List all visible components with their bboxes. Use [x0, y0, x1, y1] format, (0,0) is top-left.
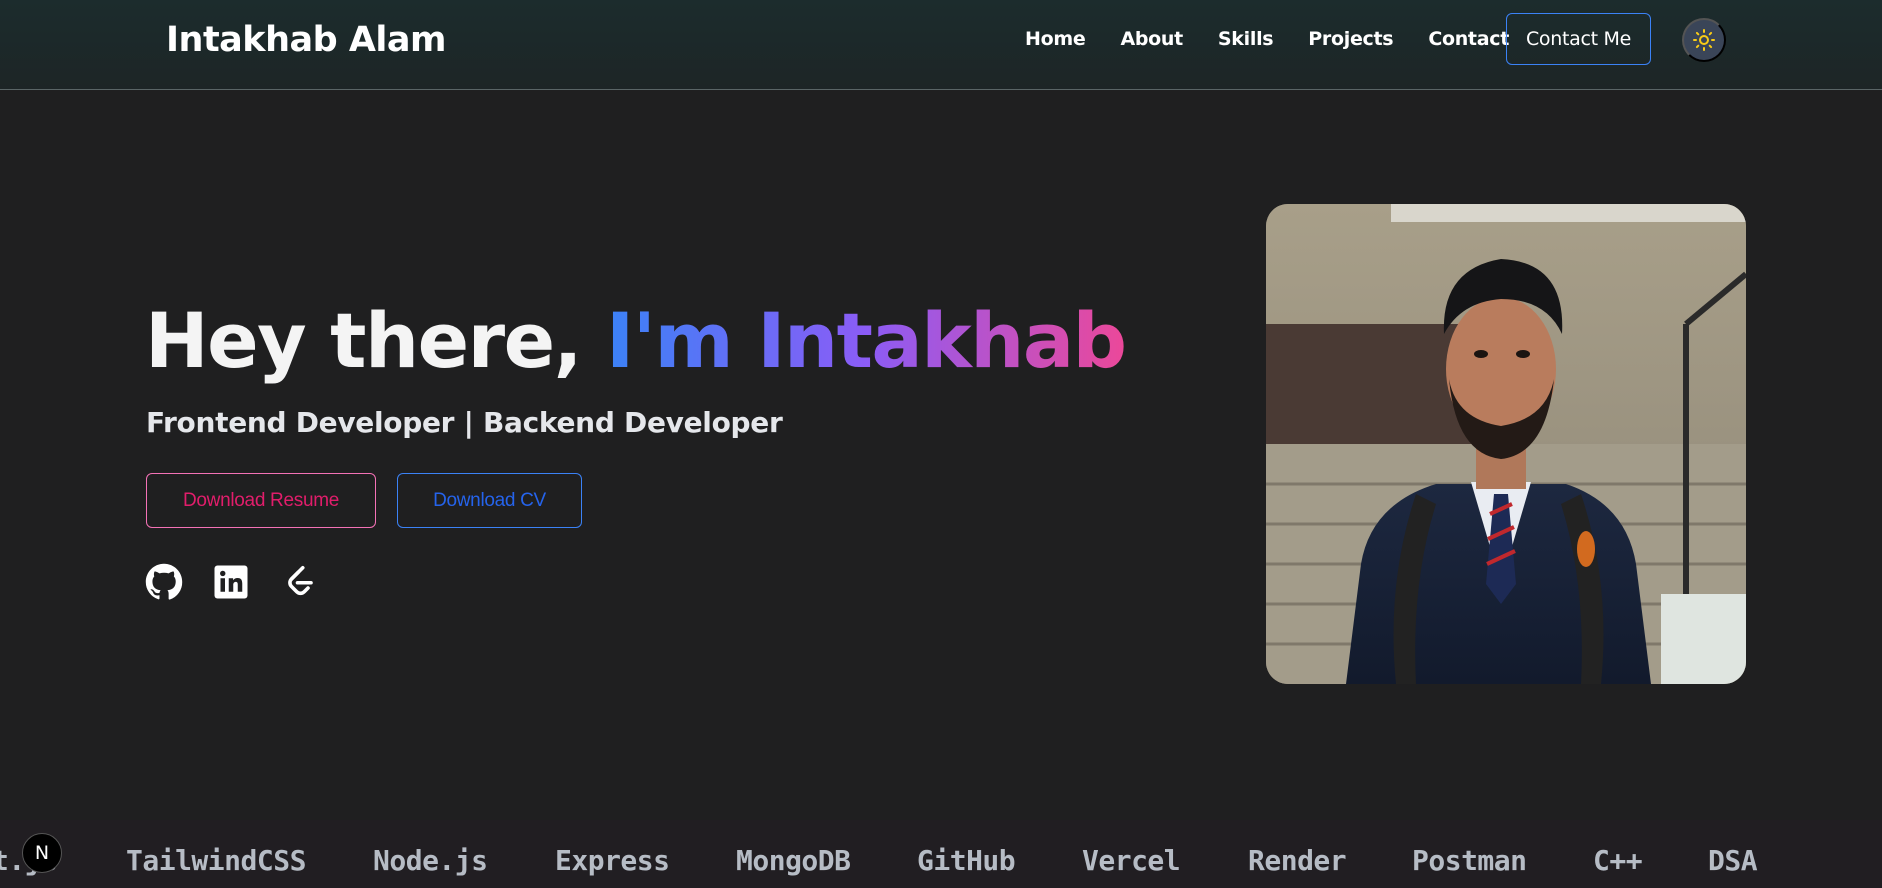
skill-item: Render: [1248, 844, 1347, 877]
download-resume-button[interactable]: Download Resume: [146, 473, 376, 528]
nextjs-dev-badge[interactable]: N: [22, 833, 62, 873]
profile-photo-image: [1266, 204, 1746, 684]
hero-title-highlight: I'm Intakhab: [606, 296, 1127, 385]
nav-link-skills[interactable]: Skills: [1218, 28, 1274, 50]
skill-item: C++: [1593, 844, 1643, 877]
skill-item: GitHub: [917, 844, 1016, 877]
skill-item: MongoDB: [736, 844, 851, 877]
github-icon: [145, 563, 183, 600]
linkedin-link[interactable]: [212, 563, 250, 601]
nav-link-home[interactable]: Home: [1025, 28, 1086, 50]
skill-item: Vercel: [1082, 844, 1181, 877]
hero-title: Hey there, I'm Intakhab: [145, 296, 1127, 385]
github-link[interactable]: [145, 563, 183, 601]
skill-item: Node.js: [373, 844, 488, 877]
nav-links: Home About Skills Projects Contact: [1025, 28, 1544, 50]
skill-item: DSA: [1708, 844, 1758, 877]
sun-icon: [1693, 29, 1715, 51]
hero-title-prefix: Hey there,: [145, 296, 606, 385]
skill-item: Express: [555, 844, 670, 877]
leetcode-link[interactable]: [280, 563, 318, 601]
profile-photo: [1266, 204, 1746, 684]
skill-item: Postman: [1412, 844, 1527, 877]
skills-marquee: t.js TailwindCSS Node.js Express MongoDB…: [0, 820, 1882, 888]
nav-link-about[interactable]: About: [1120, 28, 1183, 50]
nav-link-contact[interactable]: Contact: [1428, 28, 1509, 50]
download-cv-button[interactable]: Download CV: [397, 473, 582, 528]
leetcode-icon: [288, 565, 313, 596]
linkedin-icon: [214, 565, 248, 599]
navbar: Intakhab Alam Home About Skills Projects…: [0, 0, 1882, 90]
contact-me-button[interactable]: Contact Me: [1506, 13, 1651, 65]
brand-logo[interactable]: Intakhab Alam: [166, 20, 447, 60]
skill-item: TailwindCSS: [126, 844, 306, 877]
hero-subtitle: Frontend Developer | Backend Developer: [146, 406, 783, 439]
nav-link-projects[interactable]: Projects: [1308, 28, 1393, 50]
theme-toggle-button[interactable]: [1682, 18, 1726, 62]
